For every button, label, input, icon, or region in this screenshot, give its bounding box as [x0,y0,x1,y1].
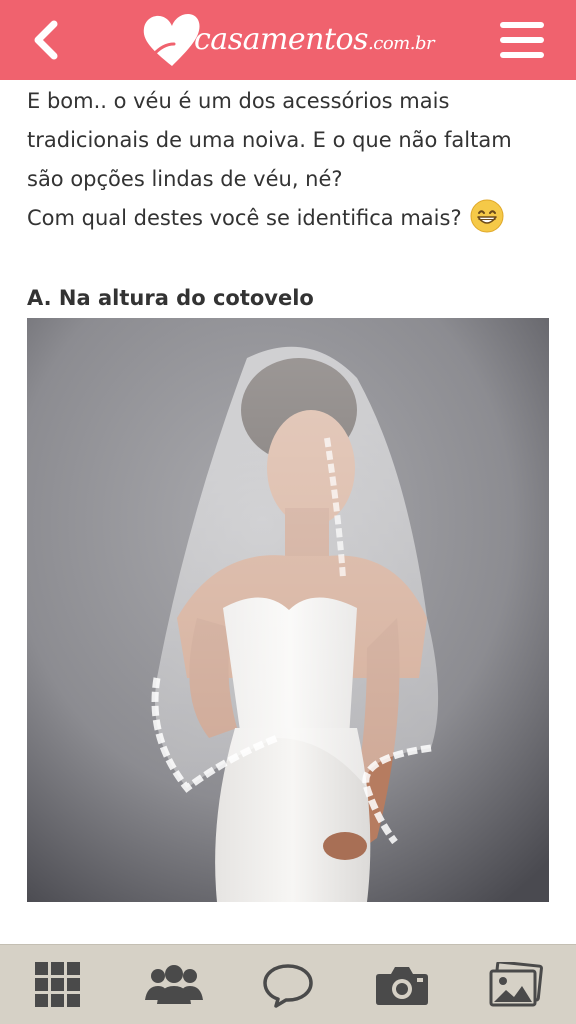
chat-icon [263,964,313,1008]
nav-chat-button[interactable] [256,957,320,1013]
nav-camera-button[interactable] [370,957,434,1013]
option-title: A. Na altura do cotovelo [27,286,314,310]
app-screen: casamentos.com.br E bom.. o véu é um dos… [0,0,576,1024]
intro-line: tradicionais de uma noiva. E o que não f… [27,128,512,152]
nav-photos-button[interactable] [484,957,548,1013]
brand-main: casamentos [194,22,369,57]
camera-icon [376,967,428,1005]
intro-line: são opções lindas de véu, né? [27,167,343,191]
intro-line-with-emoji: Com qual destes você se identifica mais? [27,199,552,238]
grid-icon [35,962,80,1007]
community-icon [145,965,203,1004]
photo-illustration [27,318,549,902]
nav-community-button[interactable] [142,957,206,1013]
bottom-navigation [0,944,576,1024]
hamburger-menu-icon-bar [500,52,544,58]
brand-name: casamentos.com.br [194,22,435,62]
nav-grid-button[interactable] [26,957,90,1013]
back-button[interactable] [18,12,74,68]
brand-logo[interactable]: casamentos.com.br [140,8,440,72]
intro-line: E bom.. o véu é um dos acessórios mais [27,89,450,113]
hamburger-menu-icon-bar [500,37,544,43]
menu-button[interactable] [496,16,548,64]
brand-suffix: .com.br [368,33,435,54]
photos-icon [489,962,543,1007]
chevron-left-icon [34,20,58,60]
intro-line: Com qual destes você se identifica mais? [27,206,462,230]
hamburger-menu-icon [500,22,544,28]
top-bar: casamentos.com.br [0,0,576,80]
post-intro: E bom.. o véu é um dos acessórios mais t… [27,82,552,238]
bride-elbow-length-veil-photo[interactable] [27,318,549,902]
grinning-face-icon [470,199,504,233]
post-content: E bom.. o véu é um dos acessórios mais t… [0,80,576,944]
